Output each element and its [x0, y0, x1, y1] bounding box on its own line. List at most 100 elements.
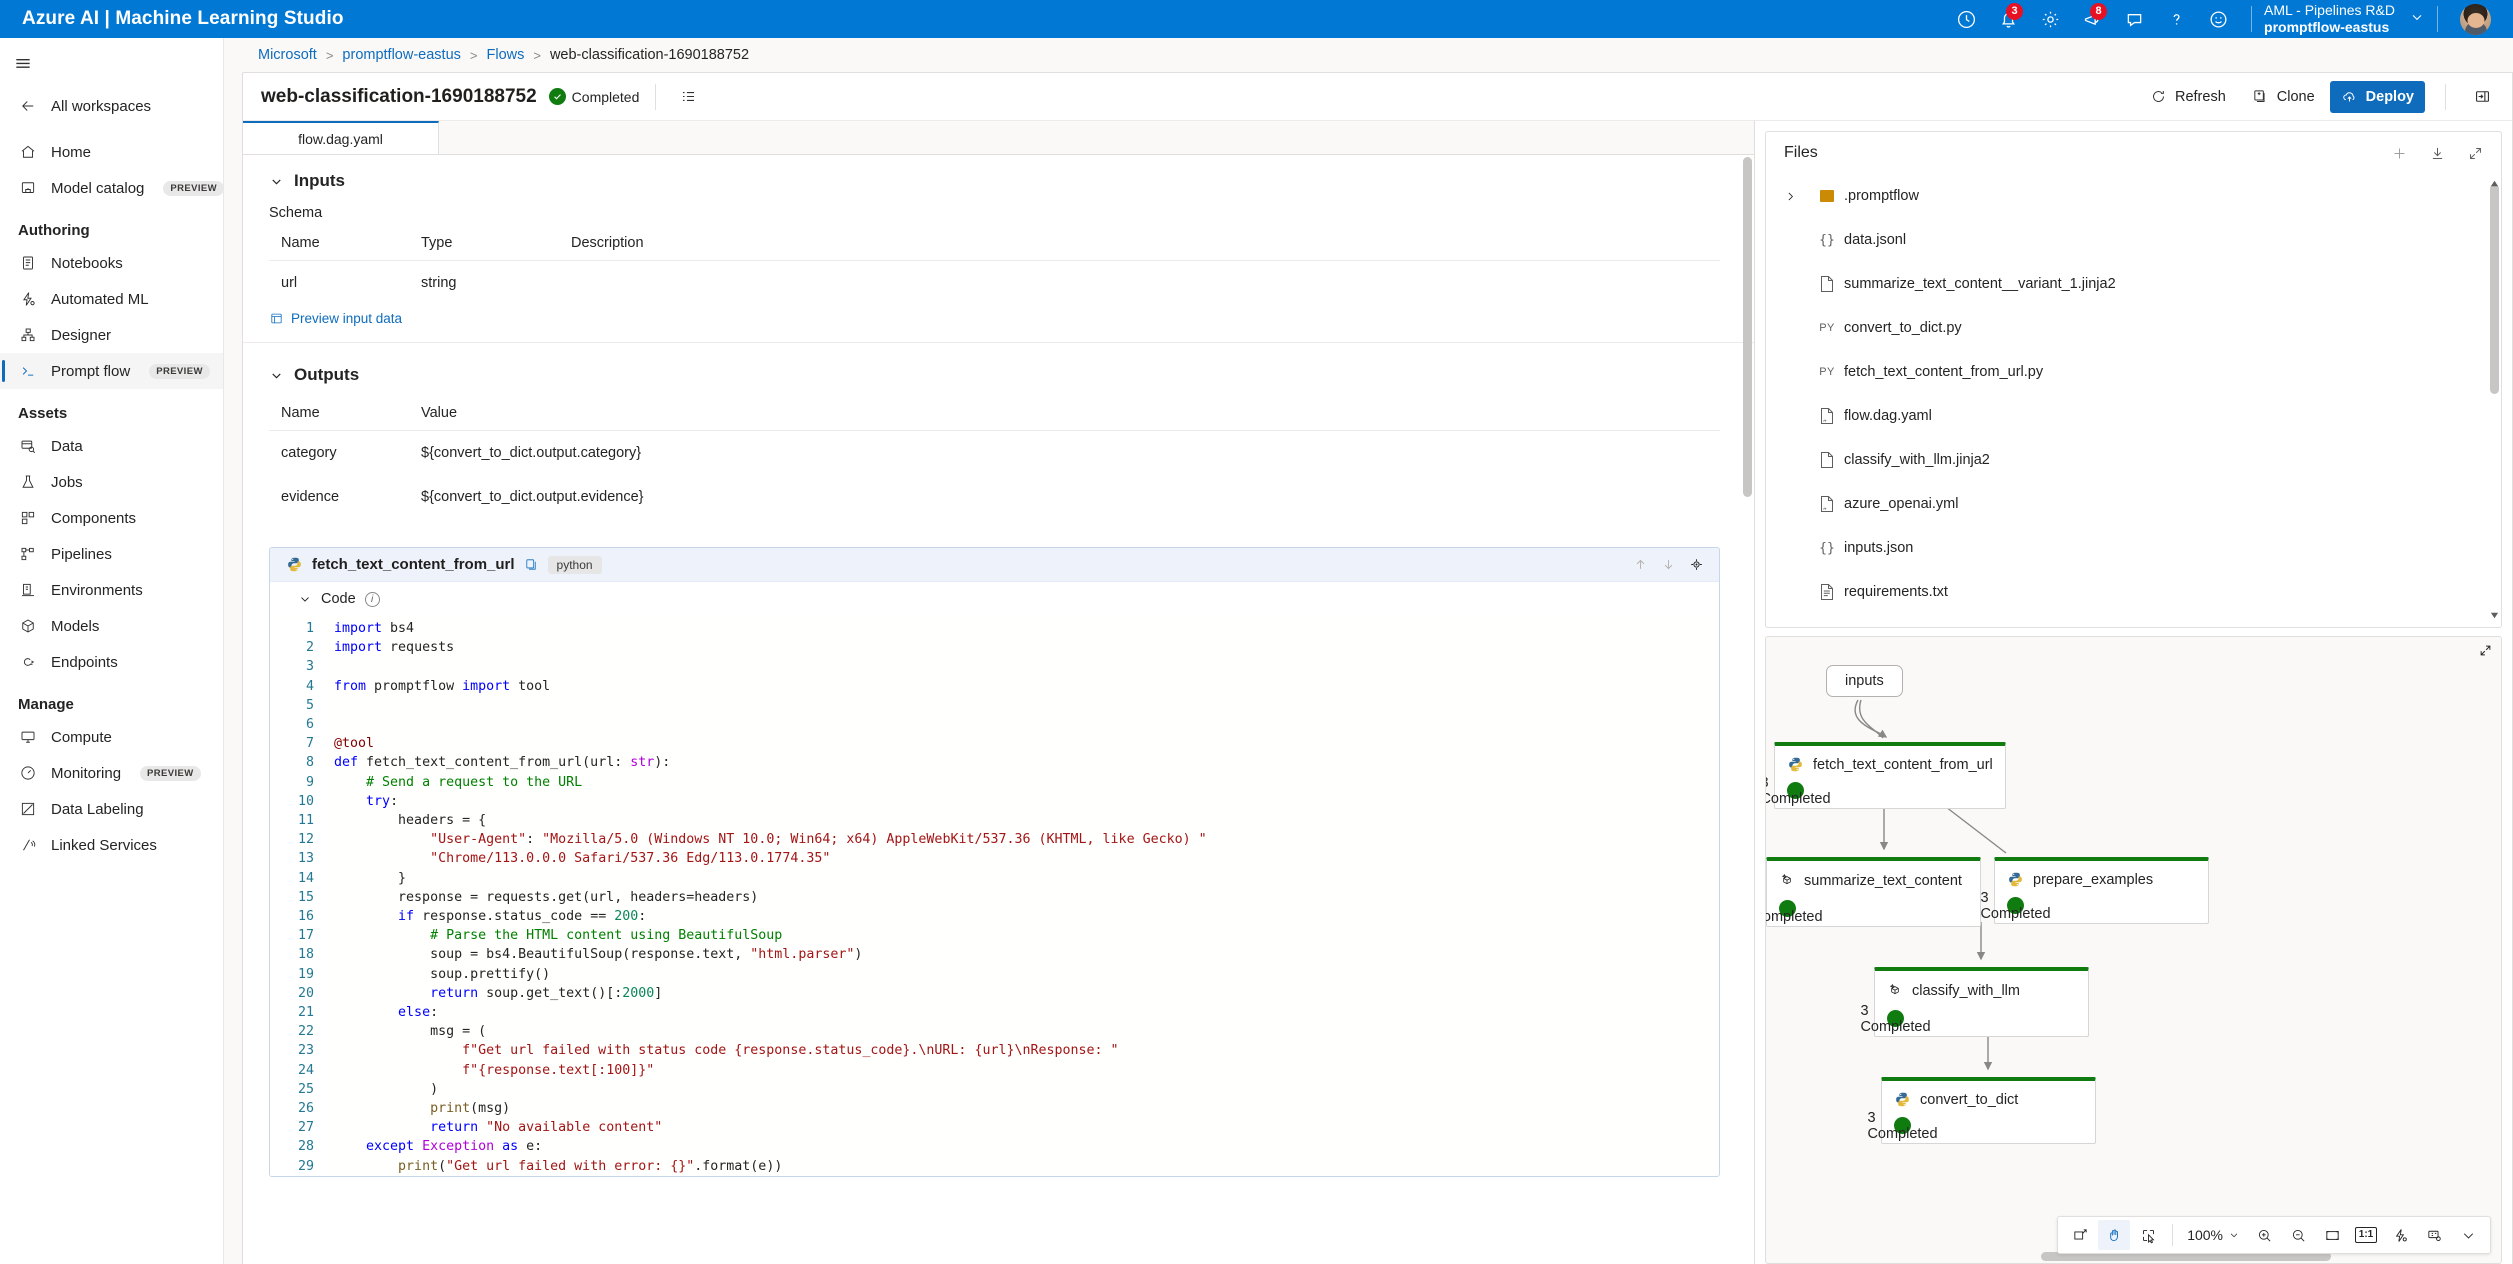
sidebar-item-home[interactable]: Home: [0, 134, 223, 170]
sidebar-item-linked-services[interactable]: Linked Services: [0, 827, 223, 863]
sidebar-item-jobs[interactable]: Jobs: [0, 464, 223, 500]
toggle-right-panel-icon[interactable]: [2466, 81, 2498, 113]
sidebar-item-components[interactable]: Components: [0, 500, 223, 536]
refresh-button[interactable]: Refresh: [2139, 81, 2237, 113]
file-list-item[interactable]: {} data.jsonl: [1766, 218, 2501, 262]
file-list-item[interactable]: summarize_text_content__variant_1.jinja2: [1766, 262, 2501, 306]
check-circle-icon: [548, 88, 566, 105]
vertical-scrollbar[interactable]: [1743, 157, 1752, 497]
chevron-down-icon[interactable]: [2409, 9, 2425, 30]
sidebar-item-environments[interactable]: Environments: [0, 572, 223, 608]
zoom-out-icon[interactable]: [2282, 1220, 2314, 1250]
breadcrumb-item-workspace[interactable]: promptflow-eastus: [342, 47, 460, 63]
file-list-item[interactable]: PY convert_to_dict.py: [1766, 306, 2501, 350]
fit-to-screen-icon[interactable]: [2064, 1220, 2096, 1250]
file-list-item[interactable]: summarize_text_content.jinja2: [1766, 614, 2501, 627]
code-editor[interactable]: 1 2 3 4 5 6 7 8 9 10 11 12 13 14 15 16 17 18 19 20 21 22 23 24 2…: [270, 615, 1719, 1176]
file-name: flow.dag.yaml: [1844, 408, 1932, 424]
files-scrollbar[interactable]: [2490, 184, 2499, 394]
graph-canvas[interactable]: inputs fetch_text_content_from_url 3 Comp…: [1766, 637, 2501, 1263]
file-list-item[interactable]: azure_openai.yml: [1766, 482, 2501, 526]
view-list-icon[interactable]: [672, 81, 704, 113]
graph-settings-icon[interactable]: [2418, 1220, 2450, 1250]
move-up-icon[interactable]: [1627, 552, 1653, 578]
sidebar-item-pipelines[interactable]: Pipelines: [0, 536, 223, 572]
auto-layout-icon[interactable]: [2384, 1220, 2416, 1250]
hamburger-menu-icon[interactable]: [0, 42, 46, 84]
info-icon[interactable]: i: [364, 591, 380, 607]
fit-view-icon[interactable]: [2316, 1220, 2348, 1250]
code-section-header[interactable]: Code i: [270, 582, 1719, 615]
outputs-section-header[interactable]: Outputs: [269, 365, 1720, 385]
actual-size-icon[interactable]: 1:1: [2350, 1220, 2382, 1250]
zoom-in-icon[interactable]: [2248, 1220, 2280, 1250]
sidebar-item-model-catalog[interactable]: Model catalog PREVIEW: [0, 170, 225, 206]
sidebar-item-data[interactable]: Data: [0, 428, 223, 464]
breadcrumb-item-flows[interactable]: Flows: [486, 47, 524, 63]
pan-hand-icon[interactable]: [2098, 1220, 2131, 1250]
files-list[interactable]: .promptflow {} data.jsonl summarize_text_co…: [1766, 174, 2501, 627]
avatar[interactable]: [2460, 3, 2491, 35]
sidebar-item-data-labeling[interactable]: Data Labeling: [0, 791, 223, 827]
nav-section-authoring: Authoring: [18, 222, 90, 239]
toolbar-overflow-chevron-icon[interactable]: [2452, 1220, 2484, 1250]
sidebar-item-all-workspaces[interactable]: All workspaces: [0, 88, 223, 124]
move-down-icon[interactable]: [1655, 552, 1681, 578]
tab-flow-dag-yaml[interactable]: flow.dag.yaml: [243, 121, 439, 154]
flow-scroll-area[interactable]: Inputs Schema Name Type Description url …: [243, 155, 1754, 1264]
file-list-item[interactable]: classify_with_llm.jinja2: [1766, 438, 2501, 482]
sidebar-item-notebooks[interactable]: Notebooks: [0, 245, 223, 281]
clock-icon[interactable]: [1945, 0, 1987, 38]
file-name: azure_openai.yml: [1844, 496, 1959, 512]
graph-node[interactable]: classify_with_llm 3 Completed: [1860, 967, 2089, 1037]
collapse-panel-icon[interactable]: [2459, 137, 2491, 169]
sidebar-item-monitoring[interactable]: Monitoring PREVIEW: [0, 755, 223, 791]
download-icon[interactable]: [2421, 137, 2453, 169]
copy-icon[interactable]: [524, 557, 539, 572]
sidebar-item-automated-ml[interactable]: Automated ML: [0, 281, 223, 317]
feedback-icon[interactable]: [2113, 0, 2155, 38]
graph-node[interactable]: convert_to_dict 3 Completed: [1867, 1077, 2096, 1144]
expand-graph-icon[interactable]: [2478, 643, 2493, 663]
code-line-number: 10: [297, 793, 314, 809]
sidebar-item-endpoints[interactable]: Endpoints: [0, 644, 223, 680]
gear-icon[interactable]: [2029, 0, 2071, 38]
file-list-item[interactable]: {} inputs.json: [1766, 526, 2501, 570]
add-file-icon[interactable]: [2383, 137, 2415, 169]
column-header-value: Value: [409, 399, 1720, 431]
sidebar-item-compute[interactable]: Compute: [0, 719, 223, 755]
megaphone-icon[interactable]: 8: [2071, 0, 2113, 38]
sidebar-item-prompt-flow[interactable]: Prompt flow PREVIEW: [0, 353, 223, 389]
check-circle-icon: 3 Completed: [1980, 889, 2051, 922]
help-icon[interactable]: [2155, 0, 2197, 38]
sidebar-item-models[interactable]: Models: [0, 608, 223, 644]
expand-chevron-icon[interactable]: [1784, 190, 1810, 203]
graph-node[interactable]: prepare_examples 3 Completed: [1980, 857, 2209, 924]
deploy-button[interactable]: Deploy: [2329, 80, 2425, 113]
clone-button[interactable]: Clone: [2241, 81, 2326, 113]
graph-node[interactable]: summarize_text_content 3 Completed: [1766, 857, 1981, 927]
inputs-section-header[interactable]: Inputs: [269, 171, 1720, 191]
file-list-item[interactable]: requirements.txt: [1766, 570, 2501, 614]
tenant-info[interactable]: AML - Pipelines R&D promptflow-eastus: [2264, 2, 2395, 36]
file-list-item[interactable]: flow.dag.yaml: [1766, 394, 2501, 438]
file-list-item[interactable]: PY fetch_text_content_from_url.py: [1766, 350, 2501, 394]
breadcrumb-item-microsoft[interactable]: Microsoft: [258, 47, 317, 63]
chevron-down-icon: [301, 597, 309, 602]
code-line-number: 20: [297, 985, 314, 1001]
smiley-icon[interactable]: [2197, 0, 2239, 38]
preview-input-data-link[interactable]: Preview input data: [269, 311, 1720, 326]
sidebar-item-designer[interactable]: Designer: [0, 317, 223, 353]
zoom-level-label: 100%: [2187, 1227, 2223, 1243]
file-list-item[interactable]: .promptflow: [1766, 174, 2501, 218]
scroll-down-arrow-icon[interactable]: [2489, 610, 2500, 621]
scroll-up-arrow-icon[interactable]: [2489, 178, 2500, 189]
code-content[interactable]: import bs4 import requests from promptflo…: [324, 619, 1719, 1176]
graph-node-inputs[interactable]: inputs: [1826, 665, 1903, 697]
bell-icon[interactable]: 3: [1987, 0, 2029, 38]
locate-node-icon[interactable]: [1683, 552, 1709, 578]
select-cursor-icon[interactable]: [2132, 1220, 2164, 1250]
graph-node[interactable]: fetch_text_content_from_url 3 Completed: [1766, 742, 2006, 809]
code-line: # Send a request to the URL: [366, 774, 583, 790]
zoom-level-selector[interactable]: 100%: [2181, 1227, 2246, 1243]
